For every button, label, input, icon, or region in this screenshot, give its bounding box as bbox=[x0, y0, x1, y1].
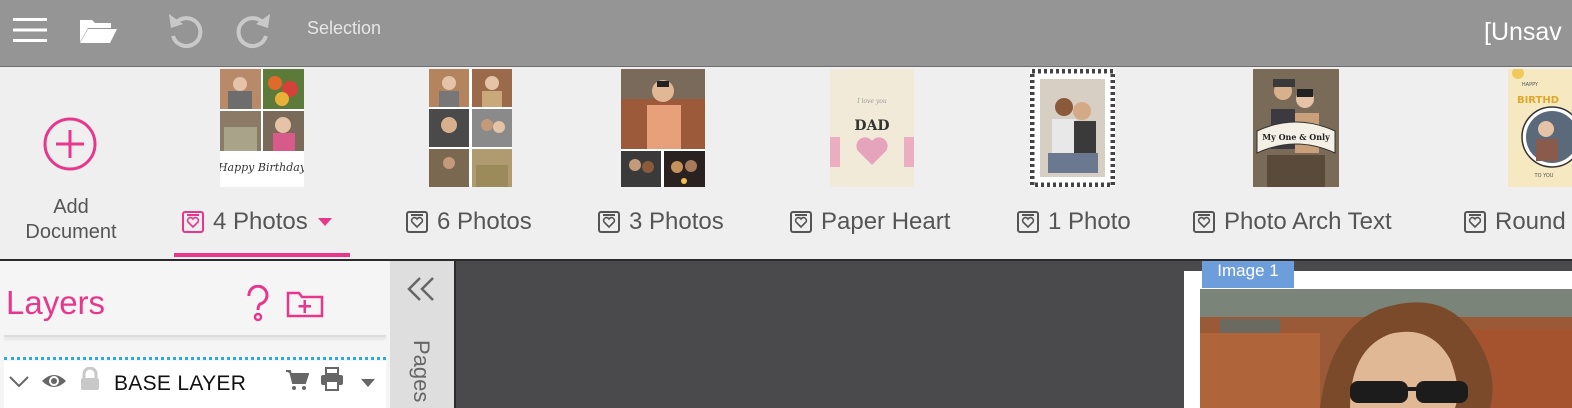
template-4-photos[interactable]: Happy Birthday 4 Photos bbox=[174, 67, 350, 259]
template-4-photos-label-row: 4 Photos bbox=[181, 208, 333, 236]
photo-heart-icon bbox=[405, 210, 429, 234]
template-round-label-row: Round bbox=[1463, 208, 1566, 236]
template-6-photos[interactable]: 6 Photos bbox=[405, 67, 541, 259]
template-photo-arch-text-label-row: Photo Arch Text bbox=[1192, 208, 1392, 236]
pages-label[interactable]: Pages bbox=[408, 340, 434, 402]
add-document-label: Add Document bbox=[0, 195, 142, 245]
cart-icon[interactable] bbox=[285, 369, 310, 396]
layer-name: BASE LAYER bbox=[114, 372, 247, 395]
photo-heart-icon bbox=[181, 210, 205, 234]
layer-row-base[interactable]: BASE LAYER bbox=[4, 361, 386, 408]
paper-heart-small-text: I love you bbox=[856, 98, 887, 105]
template-1-photo-thumbnail bbox=[1030, 69, 1115, 187]
template-3-photos-label-row: 3 Photos bbox=[597, 208, 724, 236]
add-folder-icon[interactable] bbox=[286, 289, 324, 324]
template-paper-heart[interactable]: I love you DAD Paper Heart bbox=[789, 67, 959, 259]
template-photo-arch-text-label: Photo Arch Text bbox=[1224, 208, 1392, 235]
active-template-underline bbox=[174, 253, 350, 257]
template-3-photos[interactable]: 3 Photos bbox=[597, 67, 733, 259]
template-round-label: Round bbox=[1495, 208, 1566, 235]
document-template-strip: Add Document Happy Birthday 4 Photos 6 P… bbox=[0, 67, 1572, 261]
redo-icon[interactable] bbox=[232, 0, 276, 60]
round-to-you-text: TO YOU bbox=[1534, 173, 1554, 179]
paper-heart-dad-text: DAD bbox=[854, 118, 889, 134]
layers-header-divider bbox=[4, 335, 386, 337]
lock-icon[interactable] bbox=[80, 366, 100, 396]
arch-banner-text: My One & Only bbox=[1262, 132, 1330, 142]
add-document-label-line2: Document bbox=[25, 221, 117, 243]
template-1-photo-label: 1 Photo bbox=[1048, 208, 1131, 235]
caret-down-icon[interactable] bbox=[317, 217, 333, 227]
hamburger-menu-icon[interactable] bbox=[10, 0, 50, 60]
template-6-photos-label: 6 Photos bbox=[437, 208, 532, 235]
birthday-script-text: Happy Birthday bbox=[220, 161, 304, 174]
folder-open-icon[interactable] bbox=[76, 0, 120, 60]
print-icon[interactable] bbox=[320, 367, 344, 396]
template-round[interactable]: HAPPY BIRTHD TO YOU Round bbox=[1463, 67, 1572, 259]
template-3-photos-thumbnail bbox=[621, 69, 705, 187]
help-icon[interactable] bbox=[243, 284, 273, 328]
template-4-photos-thumbnail: Happy Birthday bbox=[220, 69, 304, 187]
photo-heart-icon bbox=[1016, 210, 1040, 234]
layers-panel: Layers BASE LAYER bbox=[0, 261, 390, 408]
document-title: [Unsav bbox=[1484, 18, 1562, 46]
eye-icon[interactable] bbox=[41, 371, 67, 396]
photo-heart-icon bbox=[1192, 210, 1216, 234]
photo-heart-icon bbox=[1463, 210, 1487, 234]
template-1-photo-label-row: 1 Photo bbox=[1016, 208, 1131, 236]
template-1-photo[interactable]: 1 Photo bbox=[1016, 67, 1136, 259]
top-toolbar: Selection [Unsav bbox=[0, 0, 1572, 67]
template-paper-heart-label-row: Paper Heart bbox=[789, 208, 950, 236]
chevron-down-icon[interactable] bbox=[8, 374, 30, 395]
add-document-button[interactable]: Add Document bbox=[0, 67, 142, 259]
template-photo-arch-text-thumbnail: My One & Only bbox=[1253, 69, 1339, 187]
round-birthday-text: BIRTHD bbox=[1517, 95, 1559, 106]
template-paper-heart-thumbnail: I love you DAD bbox=[830, 69, 914, 187]
photo-heart-icon bbox=[789, 210, 813, 234]
template-round-thumbnail: HAPPY BIRTHD TO YOU bbox=[1508, 69, 1572, 187]
layer-drop-indicator bbox=[4, 357, 386, 360]
double-chevron-left-icon[interactable] bbox=[406, 275, 436, 308]
add-circle-icon bbox=[43, 117, 97, 171]
template-4-photos-label: 4 Photos bbox=[213, 208, 308, 235]
template-6-photos-thumbnail bbox=[429, 69, 512, 187]
undo-icon[interactable] bbox=[163, 0, 207, 60]
selection-mode-label[interactable]: Selection bbox=[307, 18, 381, 39]
template-paper-heart-label: Paper Heart bbox=[821, 208, 951, 235]
layers-title: Layers bbox=[6, 284, 106, 321]
round-happy-text: HAPPY bbox=[1522, 82, 1539, 88]
image-tag[interactable]: Image 1 bbox=[1202, 261, 1294, 288]
template-photo-arch-text[interactable]: My One & Only Photo Arch Text bbox=[1192, 67, 1406, 259]
photo-heart-icon bbox=[597, 210, 621, 234]
caret-down-icon[interactable] bbox=[360, 375, 376, 393]
template-3-photos-label: 3 Photos bbox=[629, 208, 724, 235]
selected-image[interactable] bbox=[1200, 289, 1572, 408]
template-6-photos-label-row: 6 Photos bbox=[405, 208, 532, 236]
add-document-label-line1: Add bbox=[53, 196, 89, 218]
